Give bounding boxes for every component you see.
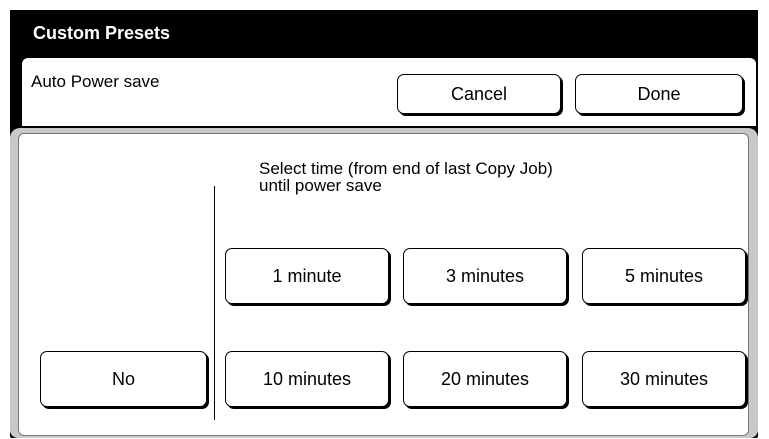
instruction-line-1: Select time (from end of last Copy Job)	[259, 159, 553, 178]
option-10-minutes-button[interactable]: 10 minutes	[225, 351, 389, 407]
cancel-button[interactable]: Cancel	[397, 74, 561, 114]
header-panel: Auto Power save Cancel Done	[22, 58, 756, 126]
instruction-line-2: until power save	[259, 176, 382, 195]
screen-title: Custom Presets	[33, 23, 171, 43]
option-3-minutes-button[interactable]: 3 minutes	[403, 248, 567, 304]
option-20-minutes-button[interactable]: 20 minutes	[403, 351, 567, 407]
divider	[214, 186, 215, 420]
options-area: Select time (from end of last Copy Job) …	[18, 133, 749, 436]
options-panel: Select time (from end of last Copy Job) …	[10, 128, 758, 438]
option-5-minutes-button[interactable]: 5 minutes	[582, 248, 746, 304]
option-30-minutes-button[interactable]: 30 minutes	[582, 351, 746, 407]
instruction-text: Select time (from end of last Copy Job) …	[259, 160, 553, 194]
custom-presets-screen: Custom Presets Auto Power save Cancel Do…	[10, 10, 758, 438]
setting-name: Auto Power save	[31, 72, 160, 91]
done-button[interactable]: Done	[575, 74, 743, 114]
title-bar: Custom Presets	[10, 10, 758, 56]
no-button[interactable]: No	[40, 351, 207, 407]
option-1-minute-button[interactable]: 1 minute	[225, 248, 389, 304]
